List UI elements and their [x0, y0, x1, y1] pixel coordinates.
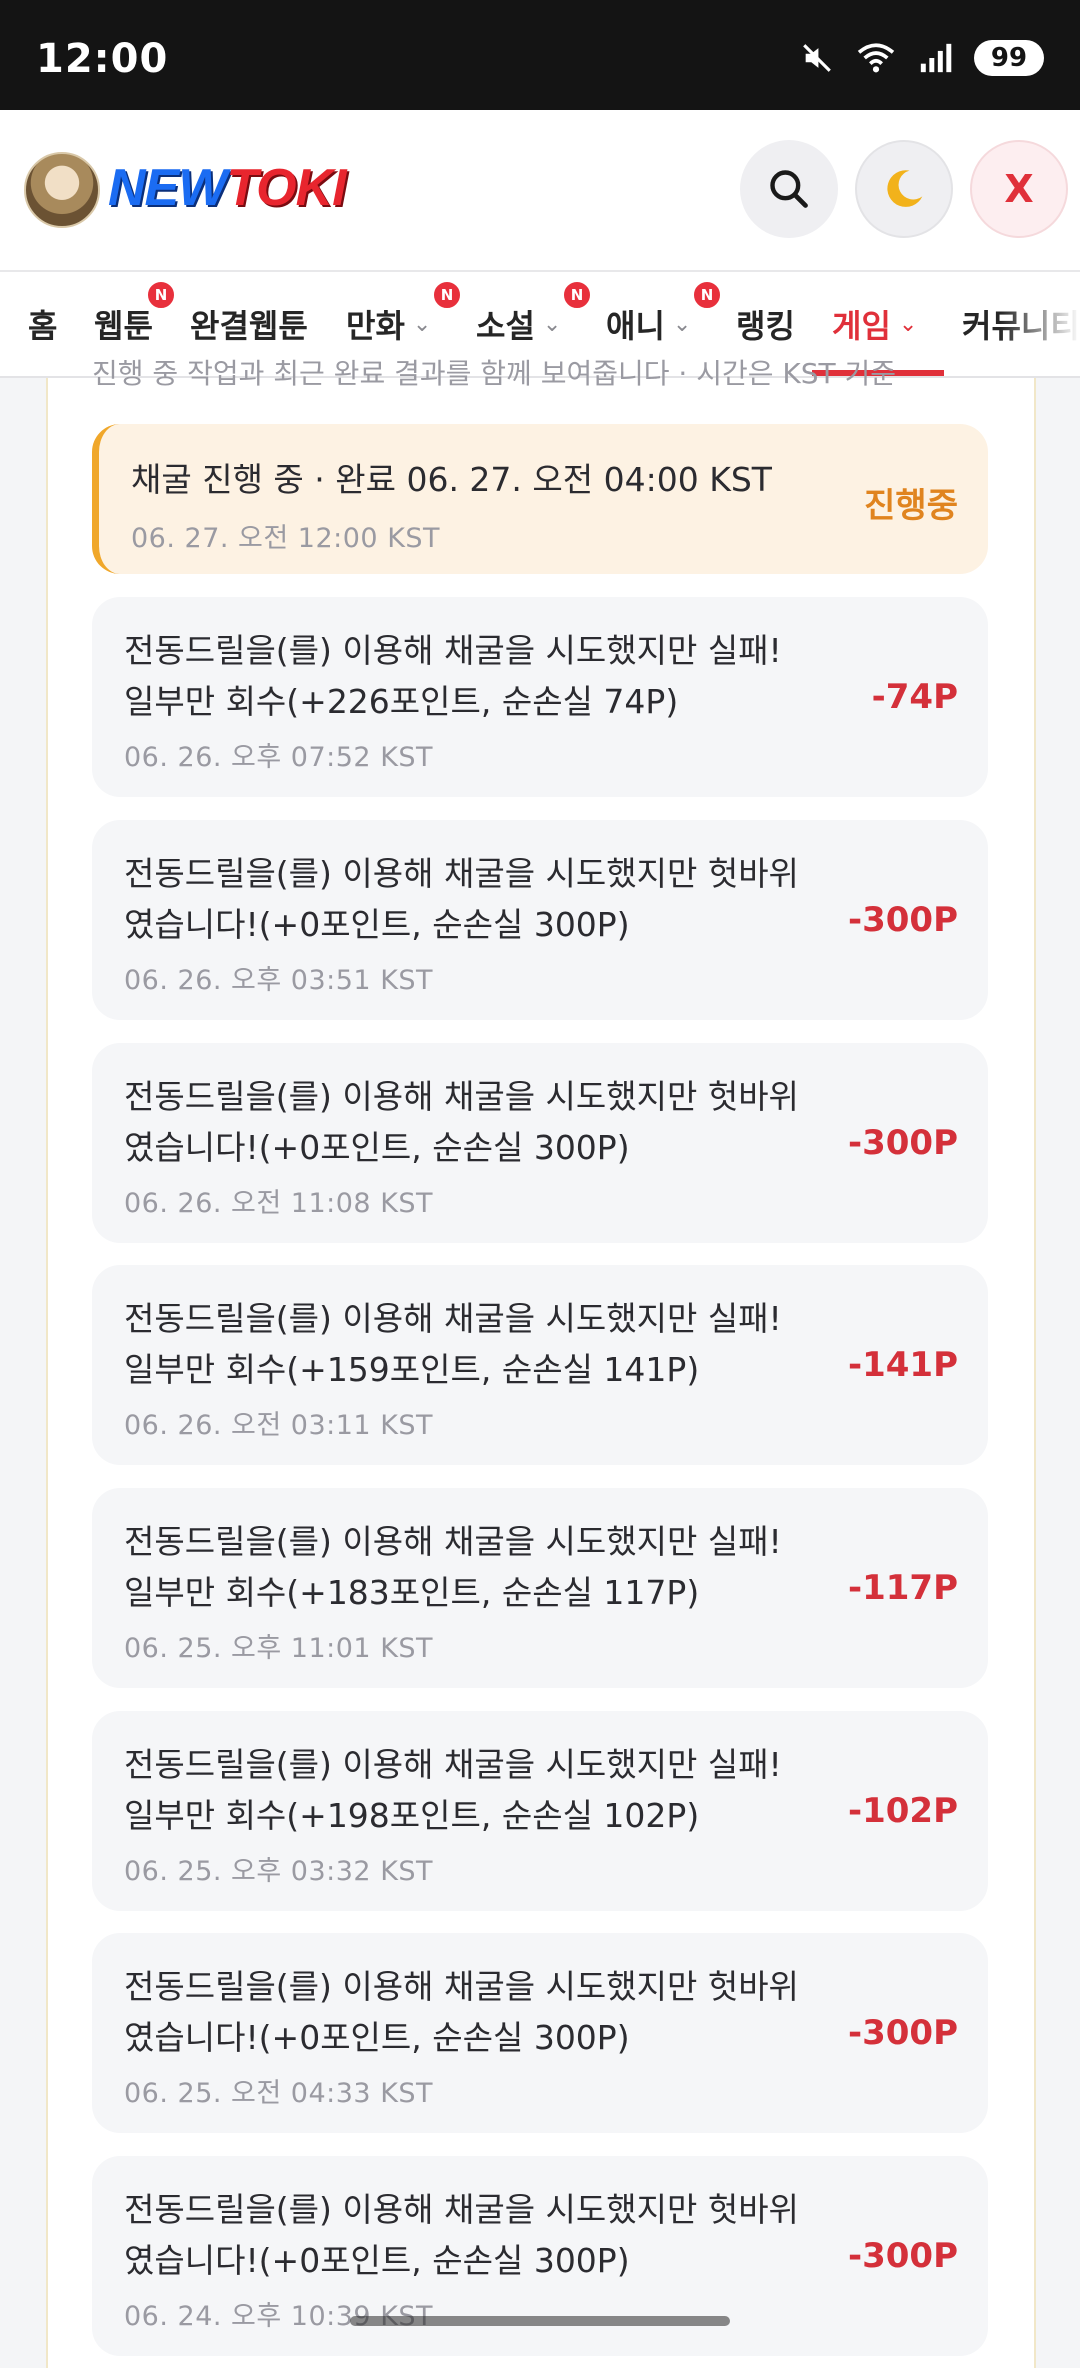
panel-description: 진행 중 작업과 최근 완료 결과를 함께 보여줍니다 · 시간은 KST 기준 — [92, 357, 897, 390]
logo-new-text: NEW — [108, 159, 227, 217]
search-icon — [770, 170, 808, 208]
record-amount: -141P — [847, 1345, 958, 1385]
nav-item-label: 웹툰 — [94, 307, 153, 345]
record-message: 전동드릴을(를) 이용해 채굴을 시도했지만 실패! 일부만 회수(+183포인… — [124, 1522, 782, 1612]
nav-item-label: 랭킹 — [736, 307, 795, 345]
new-badge: N — [432, 280, 462, 310]
record-amount: -102P — [847, 1791, 958, 1831]
logo-mascot-icon[interactable] — [24, 152, 100, 228]
new-badge: N — [692, 280, 722, 310]
record-message: 전동드릴을(를) 이용해 채굴을 시도했지만 실패! 일부만 회수(+226포인… — [124, 631, 782, 721]
site-logo[interactable]: NEWTOKI — [108, 158, 347, 218]
nav-item-label: 게임 — [832, 307, 891, 345]
status-icons: 99 — [800, 40, 1044, 76]
new-badge: N — [562, 280, 592, 310]
moon-icon — [887, 170, 923, 207]
record-message: 전동드릴을(를) 이용해 채굴을 시도했지만 헛바위였습니다!(+0포인트, 순… — [124, 1077, 799, 1167]
record-date: 06. 26. 오후 03:51 KST — [124, 965, 434, 996]
record-amount: -300P — [847, 1123, 958, 1163]
status-time: 12:00 — [36, 36, 169, 82]
mining-record-active: 채굴 진행 중 · 완료 06. 27. 오전 04:00 KST 06. 27… — [92, 424, 988, 574]
mining-record: 전동드릴을(를) 이용해 채굴을 시도했지만 헛바위였습니다!(+0포인트, 순… — [92, 1933, 988, 2133]
mining-record: 전동드릴을(를) 이용해 채굴을 시도했지만 실패! 일부만 회수(+183포인… — [92, 1488, 988, 1688]
chevron-down-icon: ⌄ — [898, 311, 918, 337]
nav-item-label: 만화 — [346, 307, 405, 345]
home-indicator[interactable] — [350, 2316, 730, 2326]
record-date: 06. 25. 오전 04:33 KST — [124, 2078, 434, 2109]
record-amount: -300P — [847, 2013, 958, 2053]
record-message: 채굴 진행 중 · 완료 06. 27. 오전 04:00 KST — [131, 460, 772, 499]
record-date: 06. 24. 오후 10:39 KST — [124, 2301, 434, 2332]
search-button[interactable] — [740, 140, 838, 238]
mute-icon — [803, 44, 831, 72]
close-button[interactable]: X — [970, 140, 1068, 238]
record-date: 06. 25. 오후 03:32 KST — [124, 1856, 434, 1887]
nav-item-home[interactable]: 홈 — [28, 272, 57, 376]
mining-record: 전동드릴을(를) 이용해 채굴을 시도했지만 실패! 일부만 회수(+198포인… — [92, 1711, 988, 1911]
record-amount: -74P — [871, 677, 958, 717]
wifi-icon — [857, 43, 895, 73]
mining-record: 전동드릴을(를) 이용해 채굴을 시도했지만 헛바위였습니다!(+0포인트, 순… — [92, 820, 988, 1020]
nav-item-label: 완결웹툰 — [190, 307, 308, 345]
mining-record: 전동드릴을(를) 이용해 채굴을 시도했지만 헛바위였습니다!(+0포인트, 순… — [92, 2156, 988, 2356]
signal-icon — [920, 43, 952, 73]
new-badge: N — [146, 280, 176, 310]
chevron-down-icon: ⌄ — [672, 311, 692, 337]
record-amount: -300P — [847, 2236, 958, 2276]
record-amount: -117P — [847, 1568, 958, 1608]
record-date: 06. 26. 오전 11:08 KST — [124, 1188, 434, 1219]
chevron-down-icon: ⌄ — [412, 311, 432, 337]
nav-item-label: 홈 — [28, 307, 58, 345]
record-status: 진행중 — [864, 486, 958, 526]
record-date: 06. 26. 오후 07:52 KST — [124, 742, 434, 773]
nav-scroll-fade — [1000, 272, 1080, 376]
record-amount: -300P — [847, 900, 958, 940]
mining-record: 전동드릴을(를) 이용해 채굴을 시도했지만 실패! 일부만 회수(+159포인… — [92, 1265, 988, 1465]
battery-indicator: 99 — [974, 40, 1044, 76]
dark-mode-button[interactable] — [855, 140, 953, 238]
record-message: 전동드릴을(를) 이용해 채굴을 시도했지만 헛바위였습니다!(+0포인트, 순… — [124, 1967, 799, 2057]
nav-item-label: 소설 — [476, 307, 535, 345]
record-date: 06. 27. 오전 12:00 KST — [131, 523, 441, 554]
nav-item-label: 애니 — [606, 307, 665, 345]
record-message: 전동드릴을(를) 이용해 채굴을 시도했지만 실패! 일부만 회수(+159포인… — [124, 1299, 782, 1389]
mining-record: 전동드릴을(를) 이용해 채굴을 시도했지만 헛바위였습니다!(+0포인트, 순… — [92, 1043, 988, 1243]
chevron-down-icon: ⌄ — [542, 311, 562, 337]
record-message: 전동드릴을(를) 이용해 채굴을 시도했지만 실패! 일부만 회수(+198포인… — [124, 1745, 782, 1835]
record-message: 전동드릴을(를) 이용해 채굴을 시도했지만 헛바위였습니다!(+0포인트, 순… — [124, 2190, 799, 2280]
mining-record: 전동드릴을(를) 이용해 채굴을 시도했지만 실패! 일부만 회수(+226포인… — [92, 597, 988, 797]
record-date: 06. 25. 오후 11:01 KST — [124, 1633, 434, 1664]
record-date: 06. 26. 오전 03:11 KST — [124, 1410, 434, 1441]
status-bar: 12:00 99 — [0, 0, 1080, 110]
close-label: X — [1004, 167, 1034, 211]
site-header: NEWTOKI X — [0, 110, 1080, 272]
record-message: 전동드릴을(를) 이용해 채굴을 시도했지만 헛바위였습니다!(+0포인트, 순… — [124, 854, 799, 944]
logo-toki-text: TOKI — [226, 159, 346, 217]
